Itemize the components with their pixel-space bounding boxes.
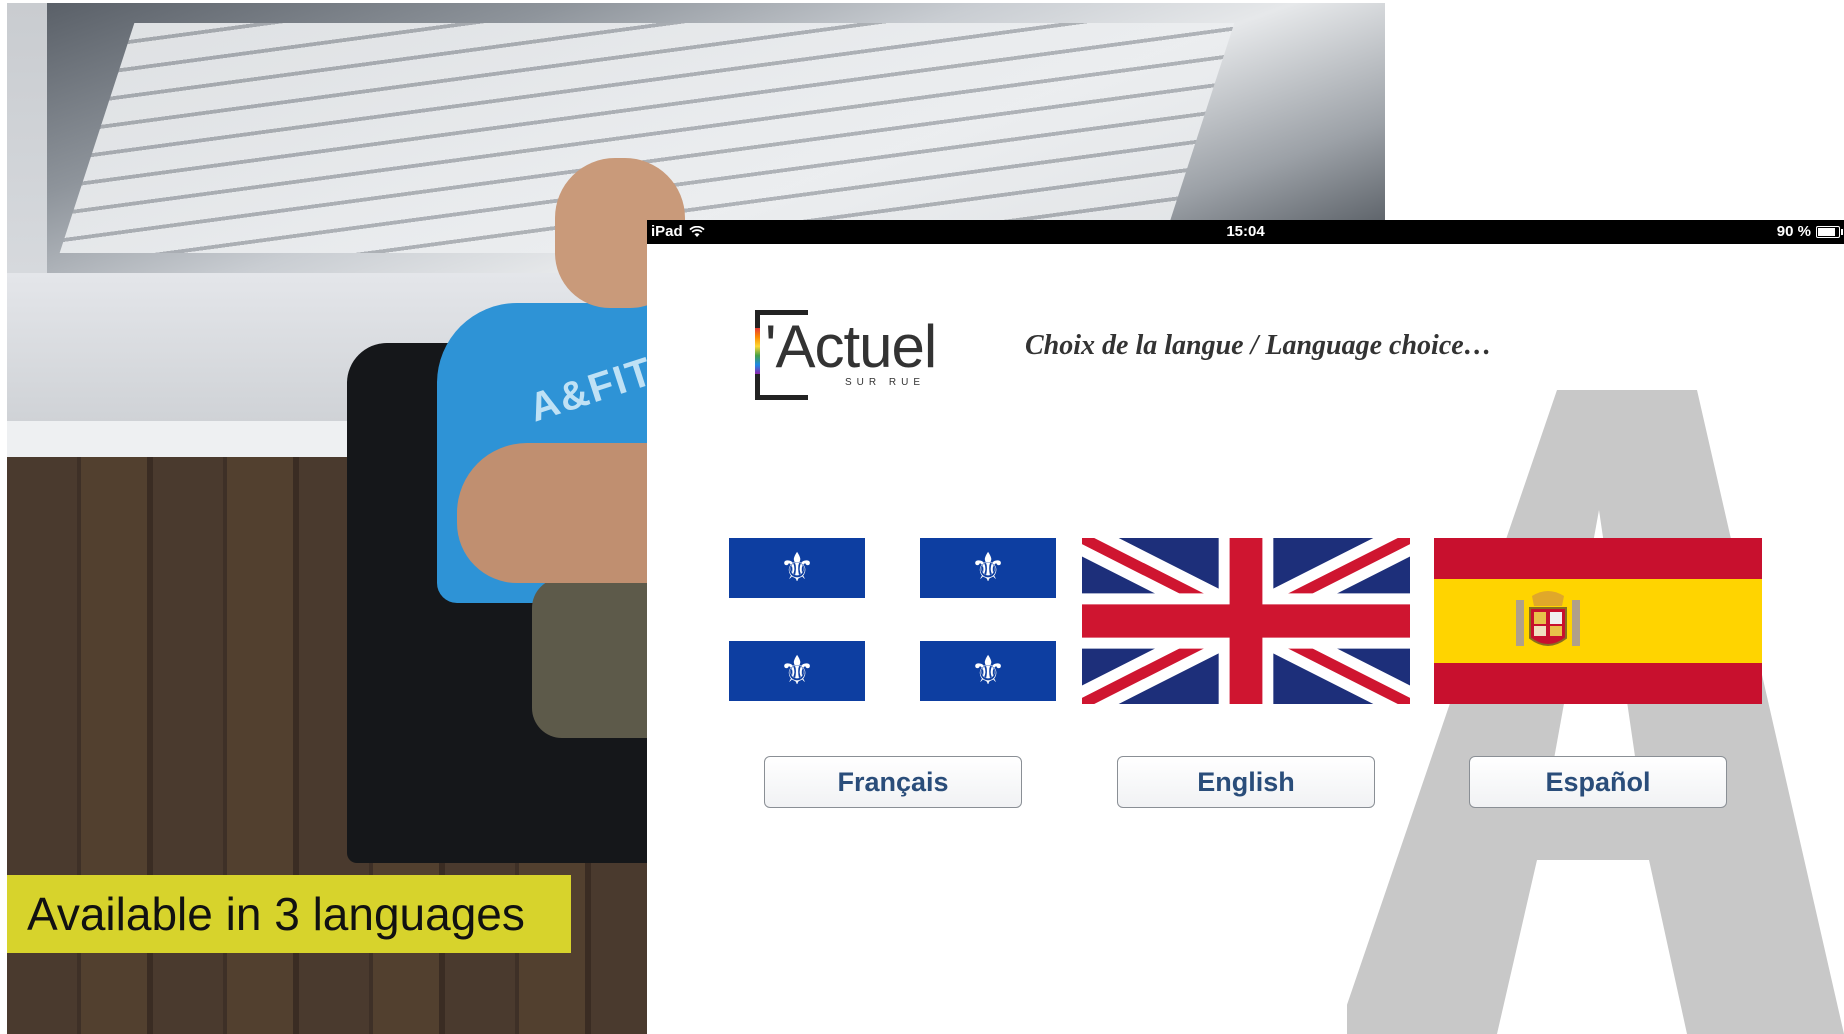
watermark-a-icon — [1347, 390, 1844, 1034]
quebec-flag[interactable]: ⚜ ⚜ ⚜ ⚜ — [729, 538, 1059, 704]
actuel-logo: 'Actuel SUR RUE — [755, 310, 940, 400]
logo-subtitle: SUR RUE — [845, 377, 926, 388]
espanol-button[interactable]: Español — [1469, 756, 1727, 808]
status-time: 15:04 — [1226, 223, 1265, 240]
caption-banner: Available in 3 languages — [7, 875, 571, 953]
spain-flag[interactable] — [1434, 538, 1762, 704]
caption-text: Available in 3 languages — [27, 888, 525, 940]
battery-percent: 90 % — [1776, 223, 1811, 240]
fleur-de-lis-icon: ⚜ — [729, 641, 865, 701]
fleur-de-lis-icon: ⚜ — [920, 538, 1056, 598]
francais-button[interactable]: Français — [764, 756, 1022, 808]
uk-flag[interactable] — [1082, 538, 1410, 704]
status-bar: iPad 15:04 90 % — [647, 220, 1844, 244]
ipad-screen: iPad 15:04 90 % 'Actuel SUR RUE Choix de… — [647, 220, 1844, 1034]
fleur-de-lis-icon: ⚜ — [920, 641, 1056, 701]
english-button[interactable]: English — [1117, 756, 1375, 808]
status-right: 90 % — [1776, 223, 1843, 240]
page-title: Choix de la langue / Language choice… — [1025, 330, 1492, 361]
fleur-de-lis-icon: ⚜ — [729, 538, 865, 598]
logo-rainbow — [755, 328, 760, 374]
battery-icon — [1816, 225, 1843, 238]
logo-word: 'Actuel — [765, 313, 937, 380]
